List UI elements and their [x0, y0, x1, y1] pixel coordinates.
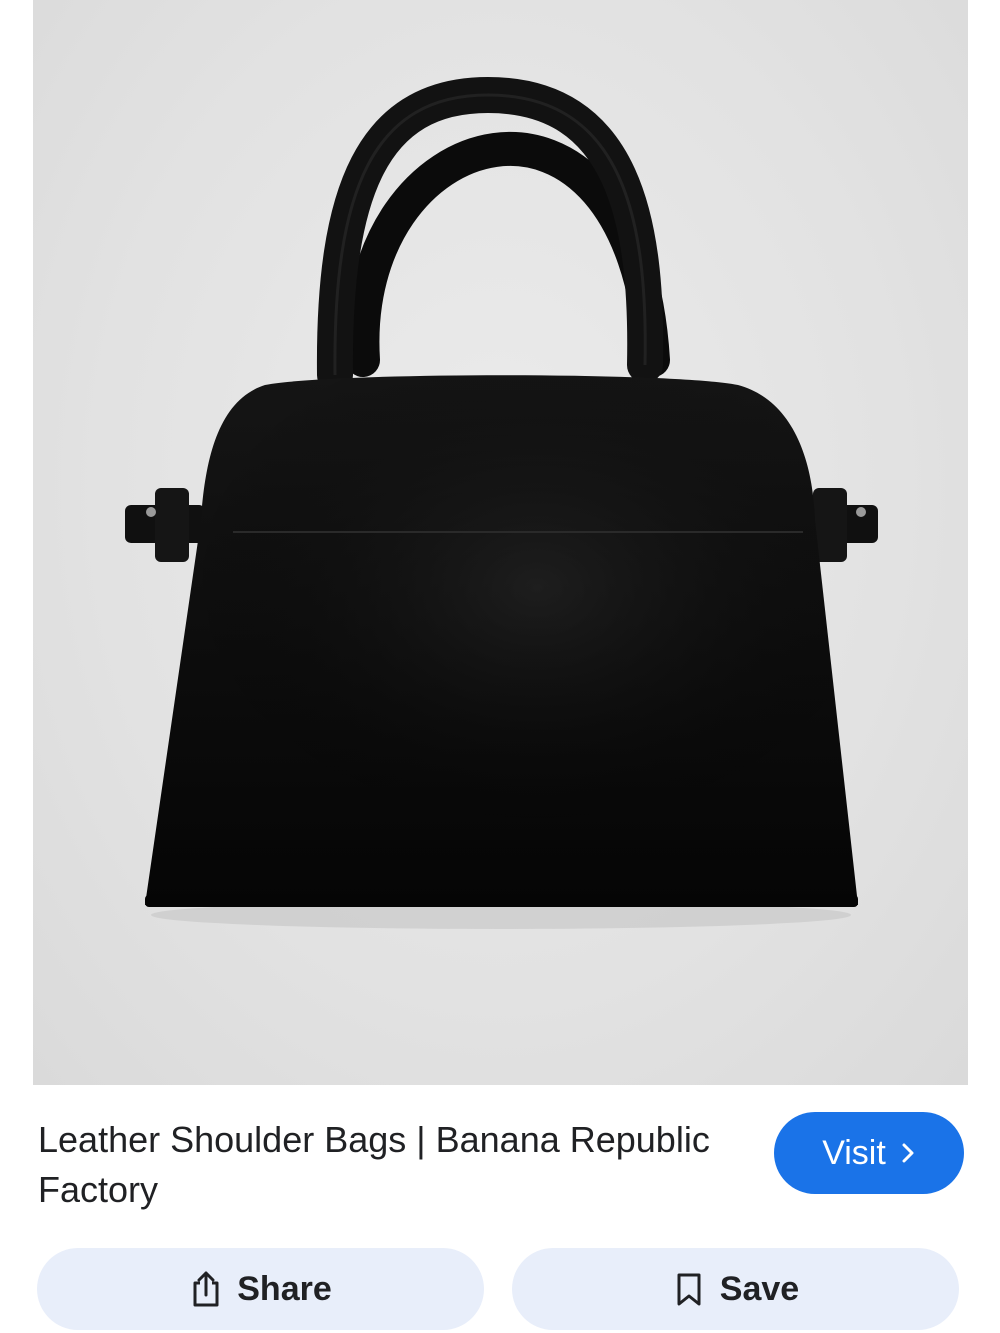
visit-label: Visit [822, 1133, 886, 1172]
product-image[interactable] [33, 0, 968, 1085]
bookmark-icon [677, 1273, 701, 1306]
handbag-illustration [125, 76, 878, 929]
share-button[interactable]: Share [37, 1248, 484, 1330]
share-label: Share [237, 1269, 332, 1308]
image-viewer [0, 0, 1000, 1085]
save-button[interactable]: Save [512, 1248, 959, 1330]
save-label: Save [719, 1269, 800, 1308]
share-icon [193, 1271, 219, 1307]
chevron-right-icon [902, 1143, 914, 1163]
visit-button[interactable]: Visit [774, 1112, 964, 1194]
result-title[interactable]: Leather Shoulder Bags | Banana Republic … [38, 1115, 738, 1215]
